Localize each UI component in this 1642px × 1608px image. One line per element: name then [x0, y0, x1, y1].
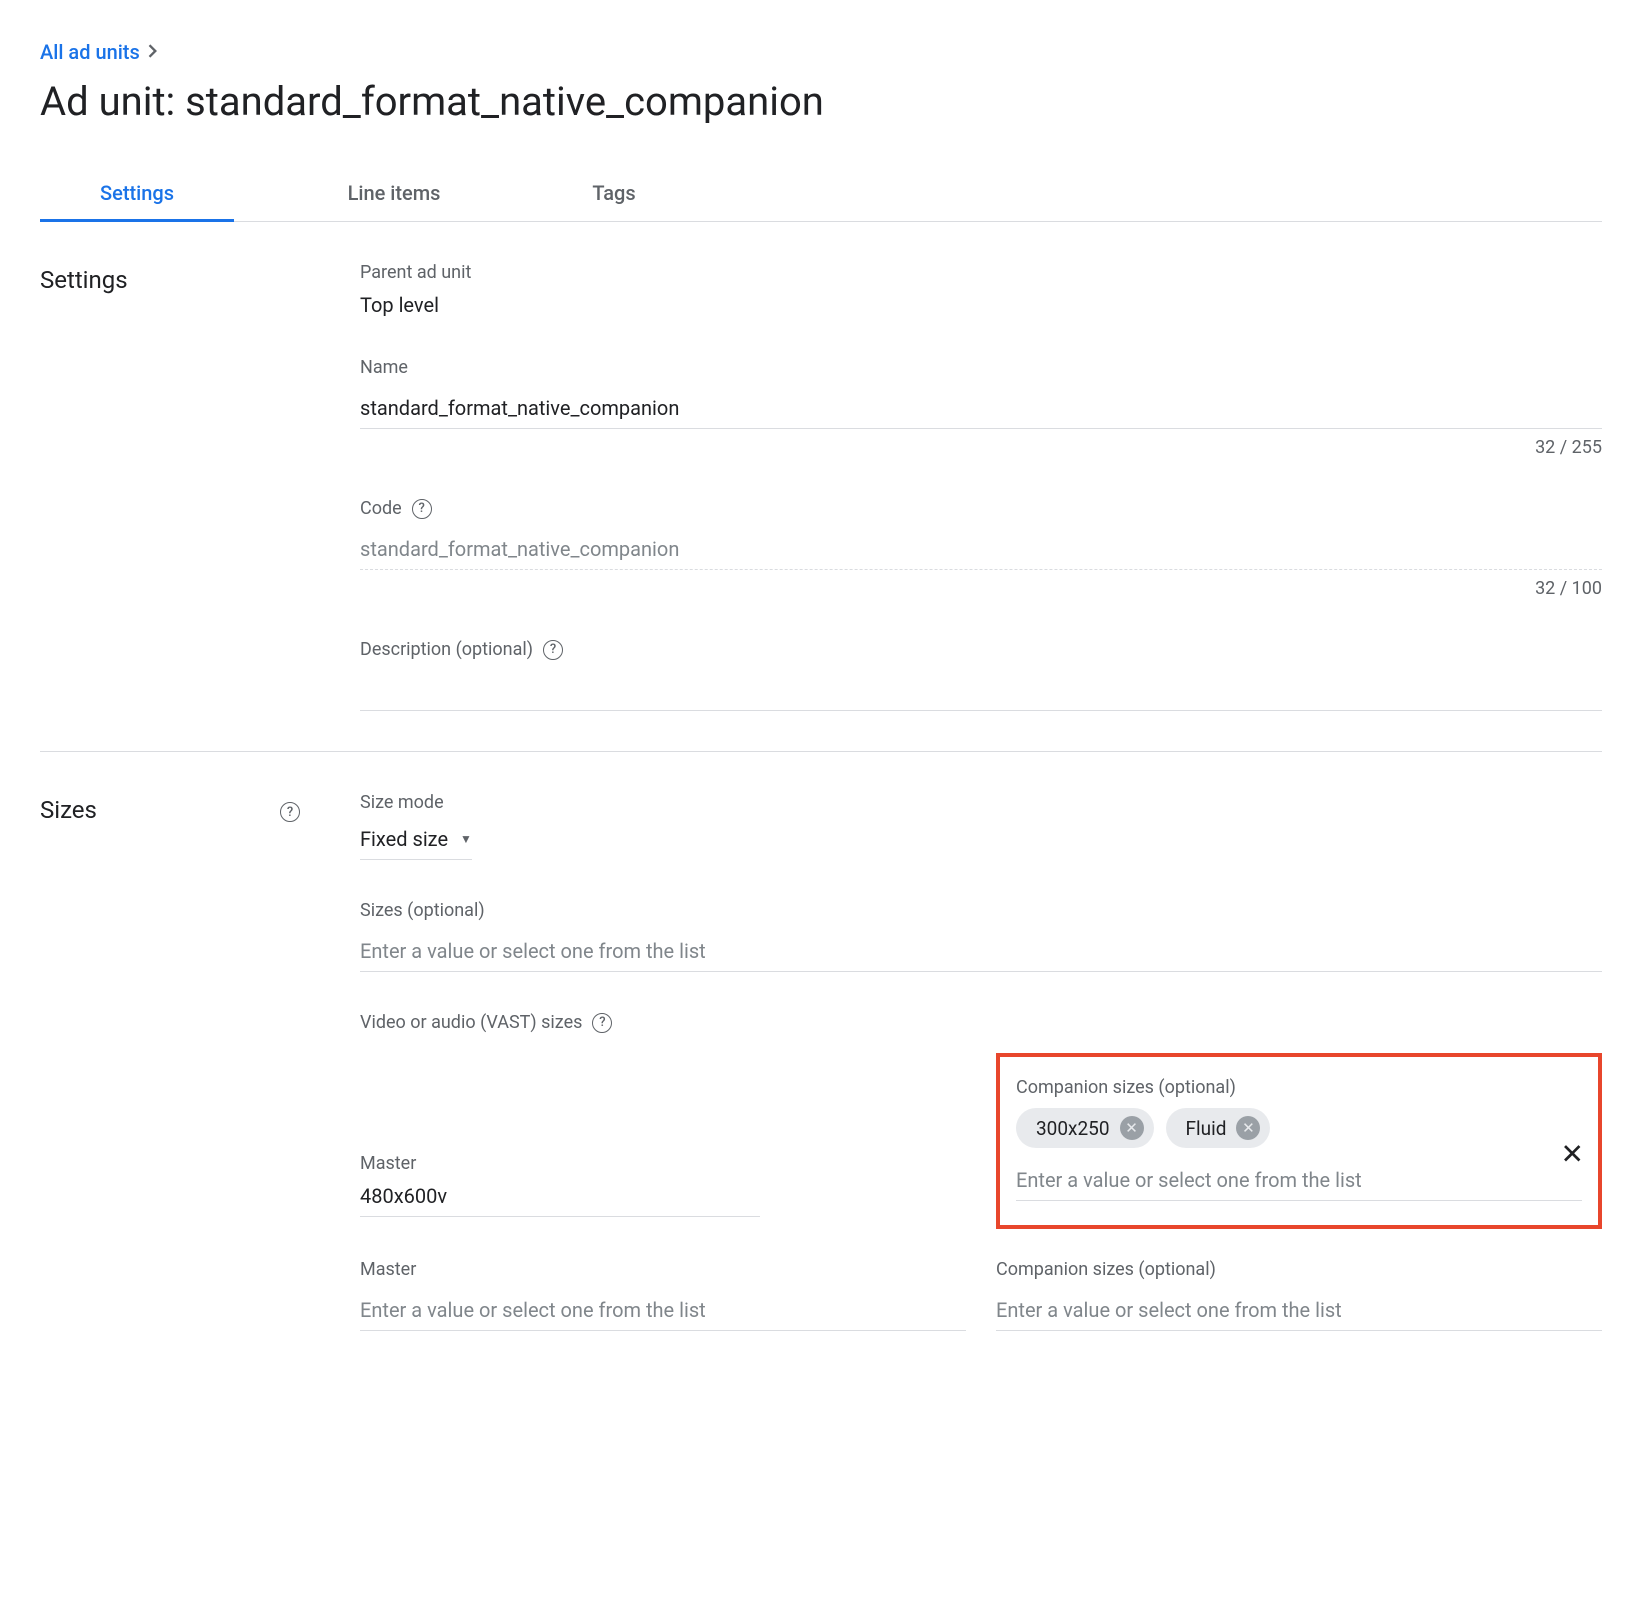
- settings-section: Settings Parent ad unit Top level Name 3…: [40, 222, 1602, 752]
- close-icon[interactable]: ✕: [1561, 1138, 1584, 1171]
- sizes-input[interactable]: [360, 931, 1602, 972]
- chip-label: 300x250: [1036, 1117, 1110, 1140]
- vast-sizes-label: Video or audio (VAST) sizes: [360, 1012, 582, 1033]
- breadcrumb-link[interactable]: All ad units: [40, 40, 140, 64]
- breadcrumb: All ad units: [40, 40, 1602, 64]
- name-input[interactable]: [360, 388, 1602, 429]
- chip-300x250[interactable]: 300x250 ✕: [1016, 1108, 1154, 1148]
- settings-heading: Settings: [40, 266, 128, 294]
- tab-settings[interactable]: Settings: [40, 165, 234, 221]
- size-mode-value: Fixed size: [360, 827, 448, 851]
- companion-input[interactable]: Enter a value or select one from the lis…: [1016, 1160, 1542, 1200]
- name-label: Name: [360, 357, 1602, 378]
- tab-line-items[interactable]: Line items: [334, 165, 454, 221]
- companion2-input[interactable]: [996, 1290, 1602, 1331]
- companion-sizes-highlight: Companion sizes (optional) 300x250 ✕ Flu…: [996, 1053, 1602, 1229]
- parent-ad-unit-label: Parent ad unit: [360, 262, 1602, 283]
- help-icon[interactable]: ?: [280, 802, 300, 822]
- code-label: Code: [360, 498, 402, 519]
- help-icon[interactable]: ?: [412, 499, 432, 519]
- description-input[interactable]: [360, 670, 1602, 711]
- chip-close-icon[interactable]: ✕: [1120, 1116, 1144, 1140]
- name-char-count: 32 / 255: [360, 437, 1602, 458]
- code-char-count: 32 / 100: [360, 578, 1602, 599]
- help-icon[interactable]: ?: [543, 640, 563, 660]
- chip-fluid[interactable]: Fluid ✕: [1166, 1108, 1271, 1148]
- size-mode-dropdown[interactable]: Fixed size ▼: [360, 823, 472, 860]
- caret-down-icon: ▼: [460, 832, 472, 846]
- tab-tags[interactable]: Tags: [554, 165, 674, 221]
- master-value[interactable]: 480x600v: [360, 1184, 447, 1208]
- master-label: Master: [360, 1153, 966, 1174]
- master2-label: Master: [360, 1259, 966, 1280]
- sizes-section: Sizes ? Size mode Fixed size ▼ Sizes (op…: [40, 752, 1602, 1371]
- code-input[interactable]: [360, 529, 1602, 570]
- size-mode-label: Size mode: [360, 792, 1602, 813]
- tabs: Settings Line items Tags: [40, 165, 1602, 222]
- master2-input[interactable]: [360, 1290, 966, 1331]
- page-title: Ad unit: standard_format_native_companio…: [40, 78, 1602, 125]
- chevron-right-icon: [148, 42, 158, 63]
- companion2-label: Companion sizes (optional): [996, 1259, 1602, 1280]
- help-icon[interactable]: ?: [592, 1013, 612, 1033]
- chip-close-icon[interactable]: ✕: [1236, 1116, 1260, 1140]
- description-label: Description (optional): [360, 639, 533, 660]
- sizes-optional-label: Sizes (optional): [360, 900, 1602, 921]
- chip-label: Fluid: [1186, 1117, 1227, 1140]
- parent-ad-unit-value: Top level: [360, 293, 1602, 317]
- sizes-heading: Sizes: [40, 796, 97, 824]
- companion-sizes-label: Companion sizes (optional): [1016, 1077, 1582, 1098]
